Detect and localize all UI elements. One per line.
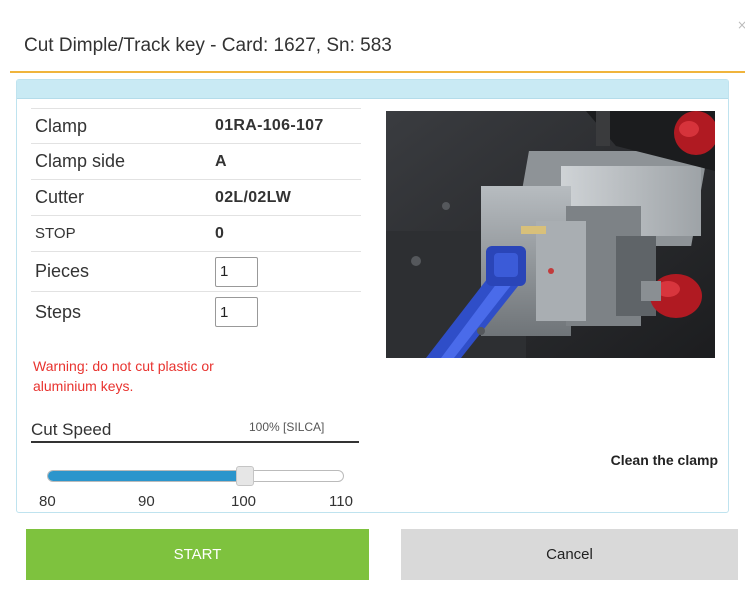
clean-clamp-button[interactable]: Clean the clamp: [611, 452, 718, 468]
warning-message: Warning: do not cut plastic or aluminium…: [33, 356, 263, 396]
params-table: Clamp 01RA-106-107 Clamp side A Cutter 0…: [31, 108, 361, 332]
close-icon[interactable]: ×: [737, 18, 745, 32]
start-button[interactable]: START: [26, 529, 369, 580]
cutter-value: 02L/02LW: [215, 188, 292, 206]
pieces-label: Pieces: [35, 261, 90, 281]
machine-clamp-photo: [386, 111, 715, 358]
stop-label: STOP: [35, 225, 76, 242]
clamp-side-value: A: [215, 152, 227, 170]
param-row-stop: STOP 0: [31, 216, 361, 252]
dialog-title: Cut Dimple/Track key - Card: 1627, Sn: 5…: [24, 35, 392, 56]
stop-value: 0: [215, 224, 225, 242]
steps-input[interactable]: [215, 297, 258, 327]
warning-line-1: Warning: do not cut plastic or: [33, 358, 214, 374]
panel-header-bar: [17, 80, 728, 99]
warning-line-2: aluminium keys.: [33, 378, 134, 394]
param-row-cutter: Cutter 02L/02LW: [31, 180, 361, 216]
slider-tick-90: 90: [138, 493, 155, 510]
cut-settings-panel: Clamp 01RA-106-107 Clamp side A Cutter 0…: [16, 79, 729, 513]
clamp-label: Clamp: [35, 115, 88, 136]
param-row-clamp: Clamp 01RA-106-107: [31, 108, 361, 144]
clamp-side-label: Clamp side: [35, 151, 126, 171]
param-row-clamp-side: Clamp side A: [31, 144, 361, 180]
param-row-steps: Steps: [31, 292, 361, 332]
cancel-button[interactable]: Cancel: [401, 529, 738, 580]
slider-handle[interactable]: [235, 466, 254, 486]
cut-speed-slider[interactable]: [47, 466, 344, 486]
steps-label: Steps: [35, 301, 82, 322]
slider-tick-100: 100: [231, 493, 257, 510]
param-row-pieces: Pieces: [31, 252, 361, 292]
cut-speed-divider: [31, 441, 359, 443]
cutter-label: Cutter: [35, 187, 85, 207]
slider-tick-80: 80: [39, 493, 56, 510]
cut-speed-label: Cut Speed: [31, 420, 112, 439]
cut-speed-value: 100% [SILCA]: [249, 420, 325, 434]
slider-fill: [48, 471, 245, 481]
pieces-input[interactable]: [215, 256, 258, 287]
machine-clamp-illustration: [386, 111, 715, 358]
title-divider: [10, 71, 745, 73]
clamp-value: 01RA-106-107: [215, 117, 324, 134]
slider-tick-110: 110: [329, 493, 353, 510]
